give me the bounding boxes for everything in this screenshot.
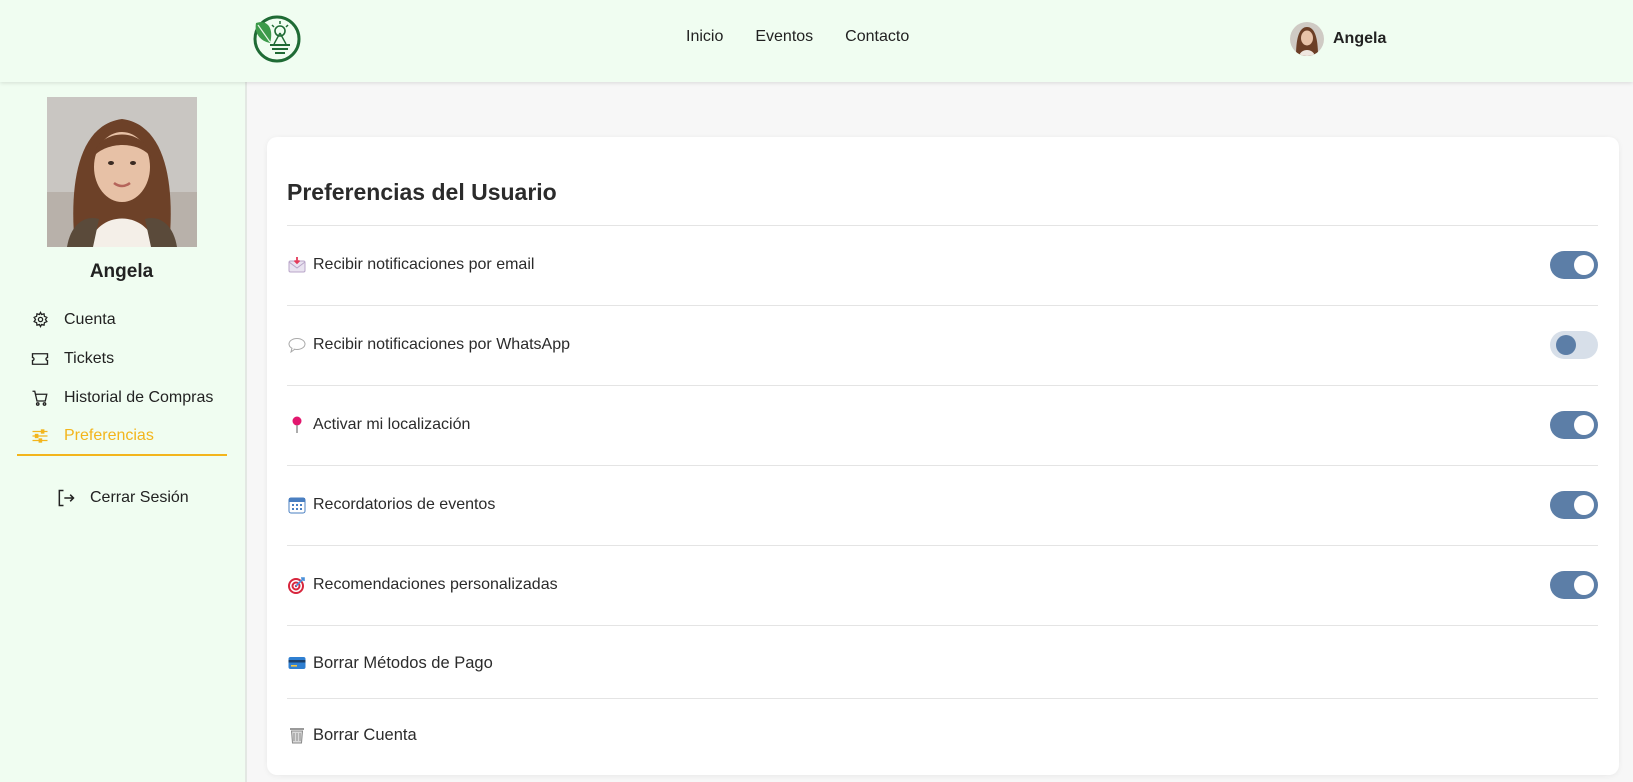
- sidebar-menu: Cuenta Tickets Historial de Compras Pref…: [17, 300, 227, 456]
- nav-eventos[interactable]: Eventos: [755, 28, 813, 46]
- ticket-icon: [31, 350, 49, 368]
- pref-row-reminders: Recordatorios de eventos: [287, 466, 1598, 546]
- pref-text: Recordatorios de eventos: [313, 496, 496, 513]
- user-menu[interactable]: Angela: [1290, 22, 1386, 56]
- sidebar-item-historial[interactable]: Historial de Compras: [17, 378, 227, 417]
- toggle-knob: [1574, 575, 1594, 595]
- profile-name: Angela: [89, 261, 154, 282]
- pref-row-recommendations: Recomendaciones personalizadas: [287, 546, 1598, 626]
- profile-photo: [47, 97, 197, 247]
- avatar: [1290, 22, 1324, 56]
- pref-label-whatsapp: Recibir notificaciones por WhatsApp: [287, 335, 570, 355]
- logout-button[interactable]: Cerrar Sesión: [56, 488, 189, 508]
- page-title: Preferencias del Usuario: [287, 179, 557, 205]
- sidebar-item-label: Historial de Compras: [64, 388, 214, 406]
- toggle-knob: [1574, 495, 1594, 515]
- pref-row-whatsapp: Recibir notificaciones por WhatsApp: [287, 306, 1598, 386]
- sidebar-item-cuenta[interactable]: Cuenta: [17, 300, 227, 339]
- cart-icon: [31, 389, 49, 407]
- pref-label-recommendations: Recomendaciones personalizadas: [287, 575, 558, 595]
- calendar-icon: [287, 495, 307, 515]
- logout-label: Cerrar Sesión: [90, 489, 189, 506]
- nav-inicio[interactable]: Inicio: [686, 28, 723, 46]
- speech-bubble-icon: [287, 335, 307, 355]
- toggle-knob: [1574, 255, 1594, 275]
- sliders-icon: [31, 427, 49, 445]
- action-text: Borrar Cuenta: [313, 725, 417, 744]
- target-icon: [287, 575, 307, 595]
- credit-card-icon: [287, 653, 307, 673]
- action-text: Borrar Métodos de Pago: [313, 653, 493, 672]
- action-row-account: Borrar Cuenta: [287, 699, 1598, 772]
- logout-icon: [56, 488, 76, 508]
- toggle-reminders[interactable]: [1550, 491, 1598, 519]
- pref-label-email: Recibir notificaciones por email: [287, 255, 534, 275]
- delete-payment-methods-button[interactable]: Borrar Métodos de Pago: [287, 653, 493, 673]
- pref-text: Activar mi localización: [313, 416, 471, 433]
- toggle-location[interactable]: [1550, 411, 1598, 439]
- pref-label-location: Activar mi localización: [287, 415, 470, 435]
- user-name: Angela: [1333, 30, 1387, 47]
- action-row-payment: Borrar Métodos de Pago: [287, 626, 1598, 699]
- preferences-card: Preferencias del Usuario Recibir notific…: [267, 137, 1619, 775]
- pref-text: Recibir notificaciones por WhatsApp: [313, 336, 571, 353]
- pref-text: Recibir notificaciones por email: [313, 256, 535, 273]
- pushpin-icon: [287, 415, 307, 435]
- gear-icon: [31, 311, 49, 329]
- toggle-email[interactable]: [1550, 251, 1598, 279]
- sidebar-item-label: Preferencias: [64, 426, 154, 444]
- sidebar: Angela Cuenta Tickets Historial de Compr…: [0, 82, 247, 782]
- sidebar-item-label: Tickets: [64, 349, 115, 367]
- envelope-icon: [287, 255, 307, 275]
- pref-label-reminders: Recordatorios de eventos: [287, 495, 495, 515]
- brand-logo[interactable]: [250, 13, 302, 63]
- toggle-whatsapp[interactable]: [1550, 331, 1598, 359]
- delete-account-button[interactable]: Borrar Cuenta: [287, 725, 417, 745]
- trash-can-icon: [287, 725, 307, 745]
- sidebar-item-tickets[interactable]: Tickets: [17, 339, 227, 378]
- main-nav: Inicio Eventos Contacto: [686, 28, 909, 46]
- toggle-recommendations[interactable]: [1550, 571, 1598, 599]
- nav-contacto[interactable]: Contacto: [845, 28, 909, 46]
- top-navbar: Inicio Eventos Contacto Angela: [0, 0, 1633, 82]
- pref-row-location: Activar mi localización: [287, 386, 1598, 466]
- toggle-knob: [1556, 335, 1576, 355]
- pref-text: Recomendaciones personalizadas: [313, 576, 558, 593]
- toggle-knob: [1574, 415, 1594, 435]
- sidebar-item-preferencias[interactable]: Preferencias: [17, 417, 227, 456]
- sidebar-item-label: Cuenta: [64, 310, 116, 328]
- pref-row-email: Recibir notificaciones por email: [287, 226, 1598, 306]
